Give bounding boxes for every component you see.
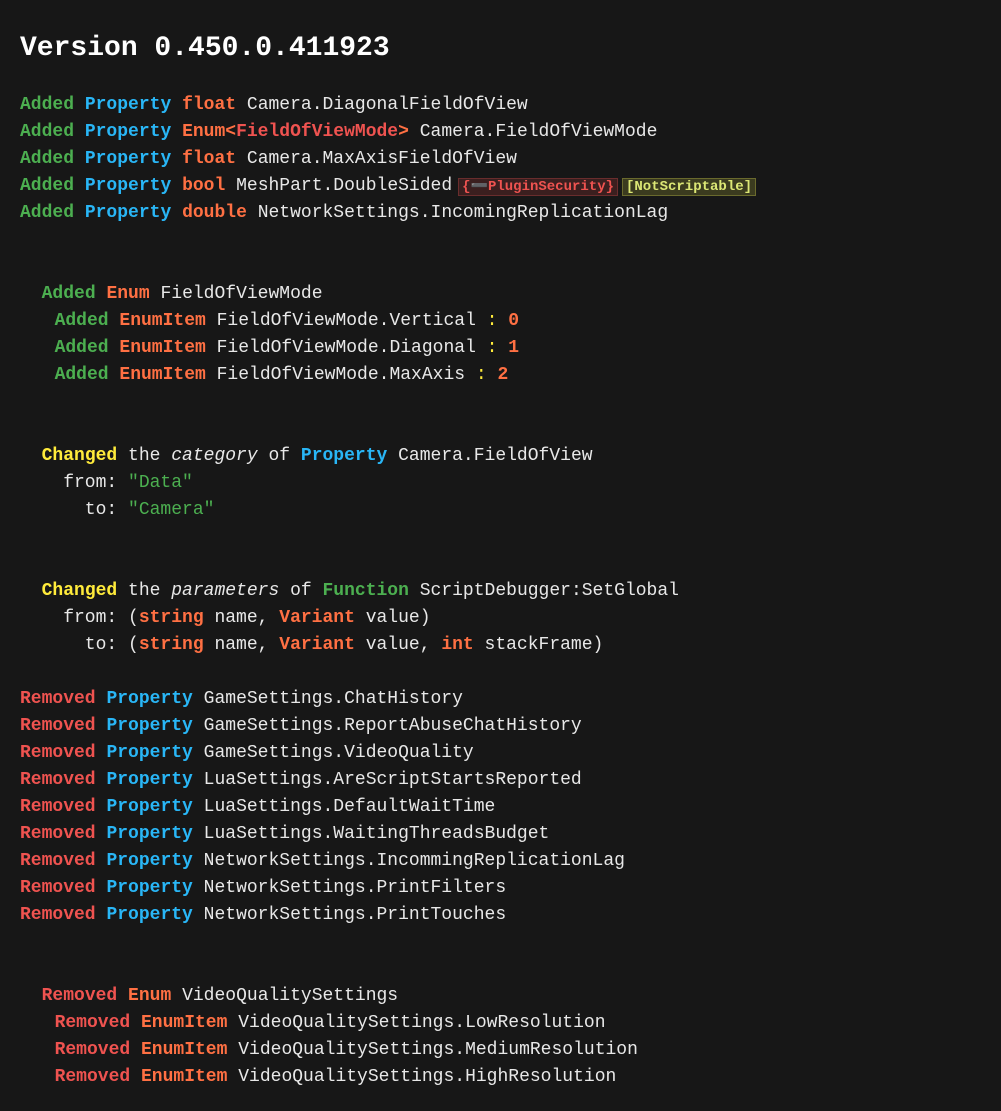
version-title: Version 0.450.0.411923 [20,28,981,70]
added-property-row: Added Property Enum<FieldOfViewMode> Cam… [20,119,981,146]
change-params-from: from: (string name, Variant value) [20,605,981,632]
added-enum-header: Added Enum FieldOfViewMode [20,254,981,308]
removed-property-row: Removed Property NetworkSettings.PrintTo… [20,902,981,929]
added-property-row: Added Property float Camera.MaxAxisField… [20,146,981,173]
removed-property-row: Removed Property LuaSettings.DefaultWait… [20,794,981,821]
removed-enumitem-row: Removed EnumItem VideoQualitySettings.Me… [20,1037,981,1064]
added-enumitem-row: Added EnumItem FieldOfViewMode.Vertical … [20,308,981,335]
removed-enum-items: Removed EnumItem VideoQualitySettings.Lo… [20,1010,981,1091]
change-category-from: from: "Data" [20,470,981,497]
removed-property-row: Removed Property LuaSettings.WaitingThre… [20,821,981,848]
removed-property-row: Removed Property GameSettings.VideoQuali… [20,740,981,767]
added-enum-items: Added EnumItem FieldOfViewMode.Vertical … [20,308,981,389]
added-properties: Added Property float Camera.DiagonalFiel… [20,92,981,227]
removed-property-row: Removed Property GameSettings.ReportAbus… [20,713,981,740]
removed-property-row: Removed Property NetworkSettings.Incommi… [20,848,981,875]
removed-enum-header: Removed Enum VideoQualitySettings [20,956,981,1010]
added-property-row: Added Property float Camera.DiagonalFiel… [20,92,981,119]
removed-enumitem-row: Removed EnumItem VideoQualitySettings.Lo… [20,1010,981,1037]
change-params-header: Changed the parameters of Function Scrip… [20,551,981,605]
change-category-header: Changed the category of Property Camera.… [20,416,981,470]
change-params-to: to: (string name, Variant value, int sta… [20,632,981,659]
removed-enumitem-row: Removed EnumItem VideoQualitySettings.Hi… [20,1064,981,1091]
removed-property-row: Removed Property GameSettings.ChatHistor… [20,686,981,713]
removed-property-row: Removed Property NetworkSettings.PrintFi… [20,875,981,902]
removed-properties: Removed Property GameSettings.ChatHistor… [20,686,981,929]
added-enumitem-row: Added EnumItem FieldOfViewMode.Diagonal … [20,335,981,362]
change-category-to: to: "Camera" [20,497,981,524]
added-property-row: Added Property bool MeshPart.DoubleSided… [20,173,981,200]
removed-property-row: Removed Property LuaSettings.AreScriptSt… [20,767,981,794]
added-enumitem-row: Added EnumItem FieldOfViewMode.MaxAxis :… [20,362,981,389]
added-property-row: Added Property double NetworkSettings.In… [20,200,981,227]
